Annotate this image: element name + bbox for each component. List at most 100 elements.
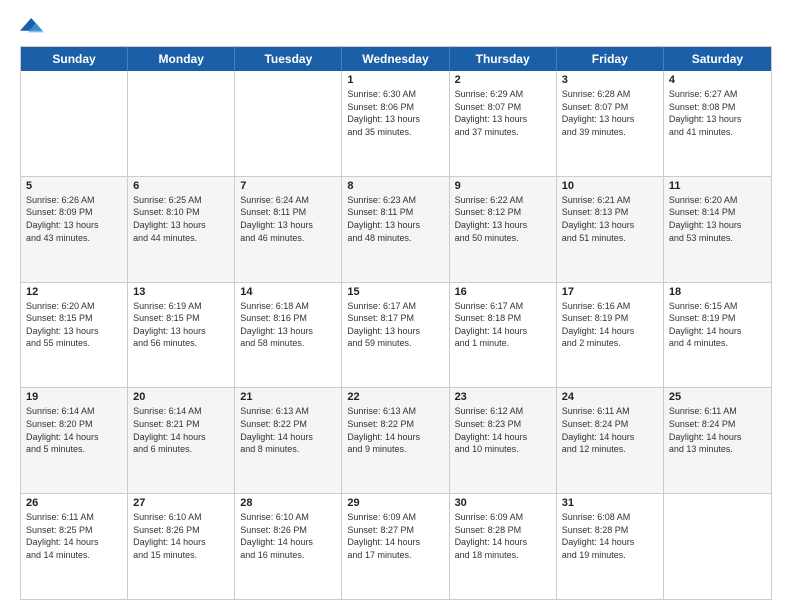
day-info: Sunrise: 6:17 AM Sunset: 8:18 PM Dayligh… <box>455 300 551 350</box>
weekday-header: Tuesday <box>235 47 342 71</box>
day-info: Sunrise: 6:20 AM Sunset: 8:15 PM Dayligh… <box>26 300 122 350</box>
calendar-day-cell: 11Sunrise: 6:20 AM Sunset: 8:14 PM Dayli… <box>664 177 771 282</box>
calendar-day-cell: 27 Sunrise: 6:10 AM Sunset: 8:26 PM Dayli… <box>128 494 235 599</box>
day-number: 30 <box>455 497 551 509</box>
day-number: 6 <box>133 180 229 192</box>
calendar-day-cell: 5 Sunrise: 6:26 AM Sunset: 8:09 PM Daylig… <box>21 177 128 282</box>
day-info: Sunrise: 6:30 AM Sunset: 8:06 PM Dayligh… <box>347 88 443 138</box>
calendar-day-cell: 20 Sunrise: 6:14 AM Sunset: 8:21 PM Dayli… <box>128 388 235 493</box>
day-info: Sunrise: 6:11 AM Sunset: 8:24 PM Dayligh… <box>669 405 766 455</box>
day-info: Sunrise: 6:17 AM Sunset: 8:17 PM Dayligh… <box>347 300 443 350</box>
calendar-day-cell: 16Sunrise: 6:17 AM Sunset: 8:18 PM Dayli… <box>450 283 557 388</box>
header <box>20 16 772 36</box>
day-number: 9 <box>455 180 551 192</box>
day-number: 15 <box>347 286 443 298</box>
calendar-day-cell: 12 Sunrise: 6:20 AM Sunset: 8:15 PM Dayli… <box>21 283 128 388</box>
calendar-body: 1 Sunrise: 6:30 AM Sunset: 8:06 PM Daylig… <box>21 71 771 599</box>
calendar-day-cell: 8 Sunrise: 6:23 AM Sunset: 8:11 PM Daylig… <box>342 177 449 282</box>
calendar-day-cell: 13 Sunrise: 6:19 AM Sunset: 8:15 PM Dayli… <box>128 283 235 388</box>
weekday-header: Sunday <box>21 47 128 71</box>
calendar-day-cell: 18 Sunrise: 6:15 AM Sunset: 8:19 PM Dayli… <box>664 283 771 388</box>
day-number: 21 <box>240 391 336 403</box>
day-info: Sunrise: 6:14 AM Sunset: 8:20 PM Dayligh… <box>26 405 122 455</box>
weekday-header: Thursday <box>450 47 557 71</box>
day-number: 5 <box>26 180 122 192</box>
calendar-day-cell: 31 Sunrise: 6:08 AM Sunset: 8:28 PM Dayli… <box>557 494 664 599</box>
day-info: Sunrise: 6:23 AM Sunset: 8:11 PM Dayligh… <box>347 194 443 244</box>
day-info: Sunrise: 6:16 AM Sunset: 8:19 PM Dayligh… <box>562 300 658 350</box>
day-number: 26 <box>26 497 122 509</box>
calendar-day-cell <box>128 71 235 176</box>
day-number: 27 <box>133 497 229 509</box>
calendar-week-row: 26 Sunrise: 6:11 AM Sunset: 8:25 PM Dayli… <box>21 494 771 599</box>
calendar-day-cell: 14Sunrise: 6:18 AM Sunset: 8:16 PM Dayli… <box>235 283 342 388</box>
calendar-day-cell: 22 Sunrise: 6:13 AM Sunset: 8:22 PM Dayli… <box>342 388 449 493</box>
calendar-week-row: 12 Sunrise: 6:20 AM Sunset: 8:15 PM Dayli… <box>21 283 771 389</box>
day-number: 19 <box>26 391 122 403</box>
day-info: Sunrise: 6:11 AM Sunset: 8:24 PM Dayligh… <box>562 405 658 455</box>
day-number: 12 <box>26 286 122 298</box>
day-number: 10 <box>562 180 658 192</box>
day-number: 13 <box>133 286 229 298</box>
calendar-header: SundayMondayTuesdayWednesdayThursdayFrid… <box>21 47 771 71</box>
calendar-day-cell: 21Sunrise: 6:13 AM Sunset: 8:22 PM Dayli… <box>235 388 342 493</box>
calendar-day-cell: 3 Sunrise: 6:28 AM Sunset: 8:07 PM Daylig… <box>557 71 664 176</box>
calendar-week-row: 5 Sunrise: 6:26 AM Sunset: 8:09 PM Daylig… <box>21 177 771 283</box>
day-number: 17 <box>562 286 658 298</box>
weekday-header: Friday <box>557 47 664 71</box>
day-info: Sunrise: 6:21 AM Sunset: 8:13 PM Dayligh… <box>562 194 658 244</box>
day-number: 23 <box>455 391 551 403</box>
calendar-week-row: 1 Sunrise: 6:30 AM Sunset: 8:06 PM Daylig… <box>21 71 771 177</box>
day-info: Sunrise: 6:27 AM Sunset: 8:08 PM Dayligh… <box>669 88 766 138</box>
calendar-day-cell: 23Sunrise: 6:12 AM Sunset: 8:23 PM Dayli… <box>450 388 557 493</box>
calendar-week-row: 19 Sunrise: 6:14 AM Sunset: 8:20 PM Dayli… <box>21 388 771 494</box>
calendar-day-cell <box>235 71 342 176</box>
day-number: 1 <box>347 74 443 86</box>
day-number: 4 <box>669 74 766 86</box>
calendar-day-cell: 25 Sunrise: 6:11 AM Sunset: 8:24 PM Dayli… <box>664 388 771 493</box>
logo-icon <box>20 16 44 36</box>
day-number: 11 <box>669 180 766 192</box>
day-number: 3 <box>562 74 658 86</box>
day-info: Sunrise: 6:10 AM Sunset: 8:26 PM Dayligh… <box>240 511 336 561</box>
calendar-day-cell: 4 Sunrise: 6:27 AM Sunset: 8:08 PM Daylig… <box>664 71 771 176</box>
day-info: Sunrise: 6:28 AM Sunset: 8:07 PM Dayligh… <box>562 88 658 138</box>
weekday-header: Saturday <box>664 47 771 71</box>
day-info: Sunrise: 6:18 AM Sunset: 8:16 PM Dayligh… <box>240 300 336 350</box>
calendar-day-cell: 26 Sunrise: 6:11 AM Sunset: 8:25 PM Dayli… <box>21 494 128 599</box>
calendar-day-cell: 15 Sunrise: 6:17 AM Sunset: 8:17 PM Dayli… <box>342 283 449 388</box>
day-info: Sunrise: 6:19 AM Sunset: 8:15 PM Dayligh… <box>133 300 229 350</box>
day-info: Sunrise: 6:15 AM Sunset: 8:19 PM Dayligh… <box>669 300 766 350</box>
calendar-day-cell: 17 Sunrise: 6:16 AM Sunset: 8:19 PM Dayli… <box>557 283 664 388</box>
day-info: Sunrise: 6:25 AM Sunset: 8:10 PM Dayligh… <box>133 194 229 244</box>
day-number: 31 <box>562 497 658 509</box>
day-info: Sunrise: 6:22 AM Sunset: 8:12 PM Dayligh… <box>455 194 551 244</box>
day-number: 25 <box>669 391 766 403</box>
day-info: Sunrise: 6:29 AM Sunset: 8:07 PM Dayligh… <box>455 88 551 138</box>
day-info: Sunrise: 6:08 AM Sunset: 8:28 PM Dayligh… <box>562 511 658 561</box>
calendar-day-cell <box>21 71 128 176</box>
day-info: Sunrise: 6:13 AM Sunset: 8:22 PM Dayligh… <box>347 405 443 455</box>
calendar-day-cell: 6 Sunrise: 6:25 AM Sunset: 8:10 PM Daylig… <box>128 177 235 282</box>
day-info: Sunrise: 6:09 AM Sunset: 8:27 PM Dayligh… <box>347 511 443 561</box>
day-info: Sunrise: 6:10 AM Sunset: 8:26 PM Dayligh… <box>133 511 229 561</box>
day-number: 28 <box>240 497 336 509</box>
calendar-day-cell: 28 Sunrise: 6:10 AM Sunset: 8:26 PM Dayli… <box>235 494 342 599</box>
day-number: 20 <box>133 391 229 403</box>
day-number: 18 <box>669 286 766 298</box>
calendar: SundayMondayTuesdayWednesdayThursdayFrid… <box>20 46 772 600</box>
day-info: Sunrise: 6:11 AM Sunset: 8:25 PM Dayligh… <box>26 511 122 561</box>
day-info: Sunrise: 6:26 AM Sunset: 8:09 PM Dayligh… <box>26 194 122 244</box>
calendar-day-cell: 1 Sunrise: 6:30 AM Sunset: 8:06 PM Daylig… <box>342 71 449 176</box>
day-number: 22 <box>347 391 443 403</box>
day-number: 2 <box>455 74 551 86</box>
day-info: Sunrise: 6:14 AM Sunset: 8:21 PM Dayligh… <box>133 405 229 455</box>
page: SundayMondayTuesdayWednesdayThursdayFrid… <box>0 0 792 612</box>
calendar-day-cell: 29 Sunrise: 6:09 AM Sunset: 8:27 PM Dayli… <box>342 494 449 599</box>
calendar-day-cell: 19 Sunrise: 6:14 AM Sunset: 8:20 PM Dayli… <box>21 388 128 493</box>
calendar-day-cell: 9 Sunrise: 6:22 AM Sunset: 8:12 PM Daylig… <box>450 177 557 282</box>
calendar-day-cell: 2 Sunrise: 6:29 AM Sunset: 8:07 PM Daylig… <box>450 71 557 176</box>
day-number: 29 <box>347 497 443 509</box>
day-number: 8 <box>347 180 443 192</box>
day-number: 24 <box>562 391 658 403</box>
